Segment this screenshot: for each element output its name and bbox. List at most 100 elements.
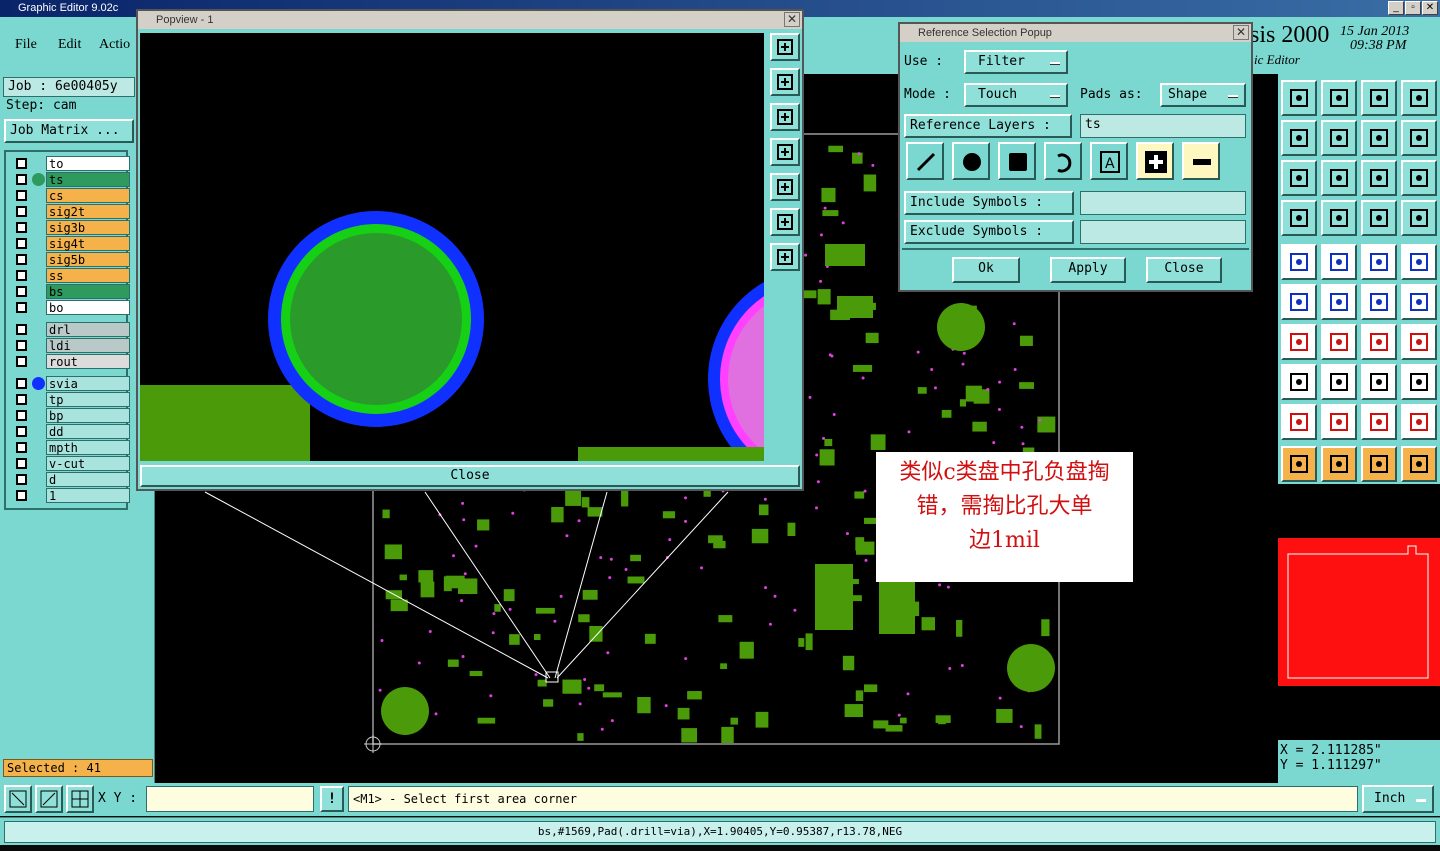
snap-icon[interactable] bbox=[1401, 244, 1437, 280]
layer-checkbox[interactable] bbox=[16, 324, 27, 335]
fill-icon[interactable] bbox=[1401, 364, 1437, 400]
alert-icon[interactable]: ! bbox=[320, 786, 344, 812]
menu-file[interactable]: File bbox=[15, 37, 37, 53]
layer-name[interactable]: bs bbox=[46, 284, 130, 299]
zoom-area-icon[interactable] bbox=[4, 785, 32, 813]
layer-name[interactable]: bo bbox=[46, 300, 130, 315]
drc-check-icon[interactable] bbox=[1401, 200, 1437, 236]
layer-name[interactable]: sig5b bbox=[46, 252, 130, 267]
layer-name[interactable]: dd bbox=[46, 424, 130, 439]
grid-icon[interactable] bbox=[1321, 200, 1357, 236]
layer-name[interactable]: sig4t bbox=[46, 236, 130, 251]
layer-checkbox[interactable] bbox=[16, 378, 27, 389]
mirror-icon[interactable] bbox=[1401, 120, 1437, 156]
overview-pane[interactable] bbox=[1278, 484, 1440, 740]
zoom-home-icon[interactable] bbox=[770, 68, 800, 96]
fit-icon[interactable] bbox=[1281, 160, 1317, 196]
layer-checkbox[interactable] bbox=[16, 286, 27, 297]
arc-icon[interactable] bbox=[1361, 324, 1397, 360]
layer-name[interactable]: ldi bbox=[46, 338, 130, 353]
refpopup-close-button[interactable]: Close bbox=[1146, 257, 1222, 283]
layer-row-dd[interactable]: dd bbox=[14, 424, 130, 439]
layer-row-ldi[interactable]: ldi bbox=[14, 338, 130, 353]
layer-checkbox[interactable] bbox=[16, 442, 27, 453]
mode-dropdown[interactable]: Touch bbox=[964, 83, 1068, 107]
export-icon[interactable] bbox=[1321, 120, 1357, 156]
layer-checkbox[interactable] bbox=[16, 302, 27, 313]
layer-row-bs[interactable]: bs bbox=[14, 284, 130, 299]
layer-checkbox[interactable] bbox=[16, 190, 27, 201]
include-symbols-input[interactable] bbox=[1080, 191, 1246, 215]
layer-name[interactable]: bp bbox=[46, 408, 130, 423]
menu-action[interactable]: Actio bbox=[99, 37, 130, 53]
measure-icon[interactable] bbox=[1361, 244, 1397, 280]
layer-name[interactable]: rout bbox=[46, 354, 130, 369]
arrow-up-icon[interactable] bbox=[1321, 404, 1357, 440]
layer-row-bp[interactable]: bp bbox=[14, 408, 130, 423]
open-icon[interactable] bbox=[1281, 80, 1317, 116]
layer-name[interactable]: v-cut bbox=[46, 456, 130, 471]
xy-input[interactable] bbox=[146, 786, 314, 812]
positive-polarity-icon[interactable] bbox=[1136, 142, 1174, 180]
ok-button[interactable]: Ok bbox=[952, 257, 1020, 283]
layer-name[interactable]: drl bbox=[46, 322, 130, 337]
layer-row-sig3b[interactable]: sig3b bbox=[14, 220, 130, 235]
route-icon[interactable] bbox=[1321, 244, 1357, 280]
layer-row-mpth[interactable]: mpth bbox=[14, 440, 130, 455]
units-dropdown[interactable]: Inch bbox=[1362, 785, 1434, 813]
window-icon[interactable] bbox=[1401, 80, 1437, 116]
layer-name[interactable]: ss bbox=[46, 268, 130, 283]
polygon-icon[interactable] bbox=[1401, 404, 1437, 440]
layer-row-cs[interactable]: cs bbox=[14, 188, 130, 203]
layer-row-rout[interactable]: rout bbox=[14, 354, 130, 369]
layer-name[interactable]: ts bbox=[46, 172, 130, 187]
layer-checkbox[interactable] bbox=[16, 238, 27, 249]
close-window-button[interactable]: ✕ bbox=[1422, 1, 1438, 15]
text-icon[interactable] bbox=[1401, 324, 1437, 360]
surface-shape-icon[interactable] bbox=[998, 142, 1036, 180]
layer-name[interactable]: sig3b bbox=[46, 220, 130, 235]
zoom-out-icon[interactable] bbox=[770, 243, 800, 271]
popview-close-button[interactable]: Close bbox=[140, 465, 800, 487]
link-icon[interactable] bbox=[1401, 284, 1437, 320]
layer-name[interactable]: d bbox=[46, 472, 130, 487]
layer-checkbox[interactable] bbox=[16, 174, 27, 185]
exclude-symbols-button[interactable]: Exclude Symbols : bbox=[904, 220, 1074, 244]
layer-checkbox[interactable] bbox=[16, 206, 27, 217]
import-icon[interactable] bbox=[1281, 120, 1317, 156]
scale-icon[interactable] bbox=[1361, 160, 1397, 196]
layer-name[interactable]: tp bbox=[46, 392, 130, 407]
layer-row-sig2t[interactable]: sig2t bbox=[14, 204, 130, 219]
maximize-button[interactable]: ▫ bbox=[1405, 1, 1421, 15]
layer-row-to[interactable]: to bbox=[14, 156, 130, 171]
menu-edit[interactable]: Edit bbox=[58, 37, 81, 53]
layer-row-drl[interactable]: drl bbox=[14, 322, 130, 337]
close-icon[interactable]: ✕ bbox=[784, 12, 800, 27]
layer-checkbox[interactable] bbox=[16, 410, 27, 421]
zoom-in-icon[interactable] bbox=[770, 208, 800, 236]
layer-name[interactable]: 1 bbox=[46, 488, 130, 503]
pads-as-dropdown[interactable]: Shape bbox=[1160, 83, 1246, 107]
layer-row-v-cut[interactable]: v-cut bbox=[14, 456, 130, 471]
snap-point-icon[interactable] bbox=[1401, 446, 1437, 482]
layer-checkbox[interactable] bbox=[16, 222, 27, 233]
zoom-fit-icon[interactable] bbox=[770, 33, 800, 61]
apply-button[interactable]: Apply bbox=[1050, 257, 1126, 283]
layer-row-1[interactable]: 1 bbox=[14, 488, 130, 503]
layer-checkbox[interactable] bbox=[16, 394, 27, 405]
layer-row-sig5b[interactable]: sig5b bbox=[14, 252, 130, 267]
layer-checkbox[interactable] bbox=[16, 474, 27, 485]
layer-row-ts[interactable]: ts bbox=[14, 172, 130, 187]
layer-name[interactable]: svia bbox=[46, 376, 130, 391]
pan-left-icon[interactable] bbox=[770, 138, 800, 166]
home-icon[interactable] bbox=[1361, 80, 1397, 116]
layer-checkbox[interactable] bbox=[16, 356, 27, 367]
center-icon[interactable] bbox=[1321, 160, 1357, 196]
connect-icon[interactable] bbox=[1361, 284, 1397, 320]
net-icon[interactable] bbox=[1281, 284, 1317, 320]
layer-row-ss[interactable]: ss bbox=[14, 268, 130, 283]
reference-layers-button[interactable]: Reference Layers : bbox=[904, 114, 1072, 138]
layer-checkbox[interactable] bbox=[16, 158, 27, 169]
exclude-symbols-input[interactable] bbox=[1080, 220, 1246, 244]
layer-name[interactable]: mpth bbox=[46, 440, 130, 455]
